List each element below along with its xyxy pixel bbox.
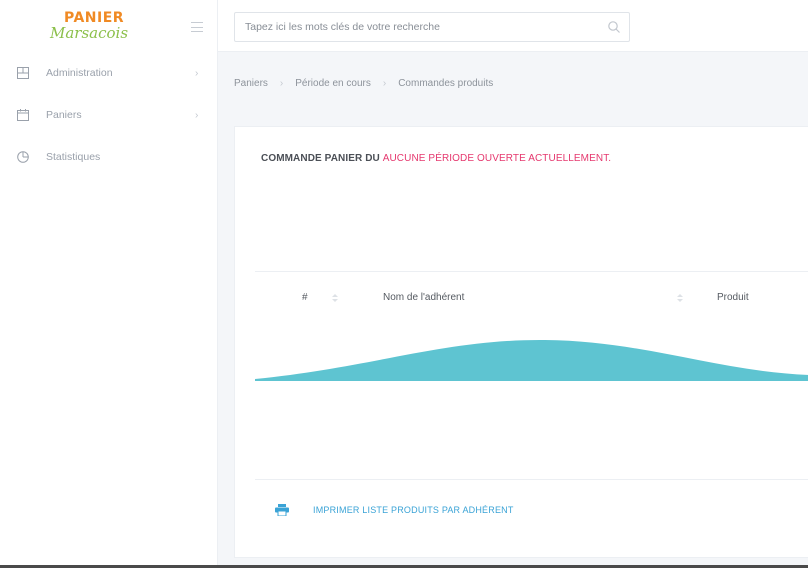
search-input[interactable] xyxy=(245,21,607,33)
grid-icon xyxy=(16,66,30,80)
print-products-label: IMPRIMER LISTE PRODUITS PAR ADHÉRENT xyxy=(313,505,514,515)
column-header-member-name[interactable]: Nom de l'adhérent xyxy=(383,292,464,303)
loading-wave xyxy=(255,339,808,381)
printer-icon xyxy=(275,504,289,517)
logo-bottom-text: Marsacois xyxy=(50,24,129,42)
breadcrumb-item-periode[interactable]: Période en cours xyxy=(295,78,371,89)
column-header-label: Produit xyxy=(717,292,749,303)
calendar-icon xyxy=(16,108,30,122)
logo[interactable]: PANIER Marsacois xyxy=(50,11,128,41)
breadcrumb-separator: › xyxy=(382,77,387,89)
search-icon[interactable] xyxy=(607,20,621,34)
chevron-right-icon: › xyxy=(195,109,199,121)
sidebar-item-label: Paniers xyxy=(46,109,82,121)
divider xyxy=(255,479,808,480)
logo-area: PANIER Marsacois xyxy=(0,0,217,52)
column-header-number[interactable]: # xyxy=(302,292,338,303)
sidebar-item-statistiques[interactable]: Statistiques xyxy=(0,136,217,178)
sort-icon xyxy=(331,293,338,303)
breadcrumb-item-commandes: Commandes produits xyxy=(398,77,494,89)
sidebar-item-label: Statistiques xyxy=(46,151,101,163)
column-header-label: # xyxy=(302,292,308,303)
card-title: COMMANDE PANIER DU AUCUNE PÉRIODE OUVERT… xyxy=(261,153,611,164)
top-bar xyxy=(218,0,808,52)
column-header-product[interactable]: Produit xyxy=(677,292,749,303)
card-title-prefix: COMMANDE PANIER DU xyxy=(261,153,383,164)
chevron-right-icon: › xyxy=(195,67,199,79)
sidebar-item-paniers[interactable]: Paniers › xyxy=(0,94,217,136)
column-header-label: Nom de l'adhérent xyxy=(383,292,465,303)
sidebar-item-label: Administration xyxy=(46,67,113,79)
sort-icon xyxy=(677,293,683,303)
logo-top-text: PANIER xyxy=(64,10,125,26)
menu-toggle-icon[interactable] xyxy=(191,22,203,32)
search-box xyxy=(234,12,630,42)
sidebar: PANIER Marsacois Administration › Panier… xyxy=(0,0,218,568)
breadcrumb-separator: › xyxy=(279,77,284,89)
table-header: # Nom de l'adhérent Produit xyxy=(255,271,808,323)
breadcrumb: Paniers › Période en cours › Commandes p… xyxy=(218,52,808,114)
no-period-alert: AUCUNE PÉRIODE OUVERTE ACTUELLEMENT. xyxy=(382,153,612,164)
orders-card: COMMANDE PANIER DU AUCUNE PÉRIODE OUVERT… xyxy=(234,126,808,558)
print-products-button[interactable]: IMPRIMER LISTE PRODUITS PAR ADHÉRENT xyxy=(275,504,514,517)
pie-chart-icon xyxy=(16,150,30,164)
breadcrumb-item-paniers[interactable]: Paniers xyxy=(234,78,268,89)
sidebar-item-administration[interactable]: Administration › xyxy=(0,52,217,94)
